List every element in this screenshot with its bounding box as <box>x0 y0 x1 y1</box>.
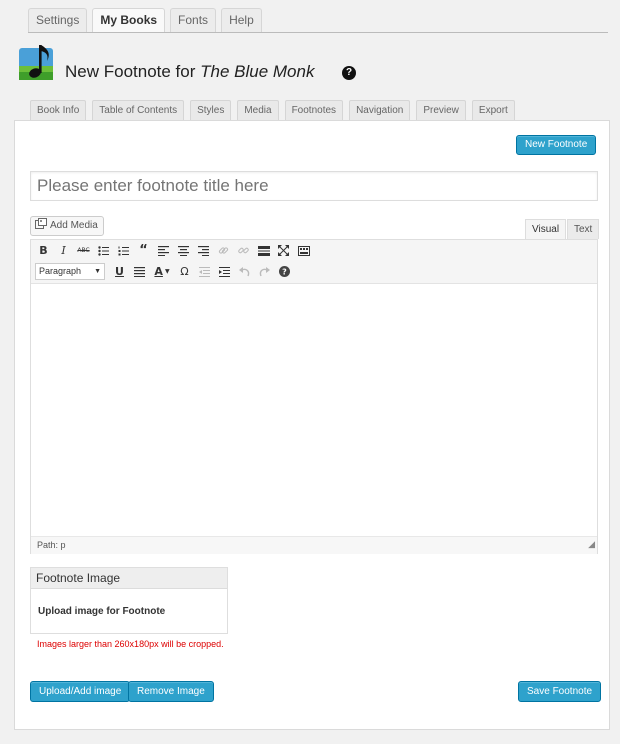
page-title: New Footnote for The Blue Monk <box>65 62 314 82</box>
tab-help[interactable]: Help <box>221 8 262 32</box>
align-left-icon[interactable] <box>155 242 172 259</box>
editor-statusbar: Path: p ◢ <box>31 536 597 554</box>
text-color-icon[interactable]: A ▼ <box>151 263 173 280</box>
book-sub-tabs: Book Info Table of Contents Styles Media… <box>30 100 515 120</box>
footnote-image-box-title: Footnote Image <box>31 568 227 589</box>
editor-content-area[interactable] <box>31 284 597 536</box>
help-icon[interactable]: ? <box>342 66 356 80</box>
tab-navigation[interactable]: Navigation <box>349 100 411 120</box>
underline-icon[interactable]: U <box>111 263 128 280</box>
footnote-image-box: Footnote Image Upload image for Footnote <box>30 567 228 634</box>
bullet-list-icon[interactable] <box>95 242 112 259</box>
strikethrough-icon[interactable]: ABC <box>75 242 92 259</box>
svg-text:?: ? <box>282 268 287 277</box>
save-footnote-button[interactable]: Save Footnote <box>518 681 602 702</box>
special-character-icon[interactable]: Ω <box>176 263 193 280</box>
toolbar-row-1: B I ABC “ <box>35 242 312 259</box>
media-icon <box>35 218 47 229</box>
fullscreen-icon[interactable] <box>275 242 292 259</box>
editor-toolbar: B I ABC “ Paragraph ▼ U A ▼ Ω ? <box>31 240 597 284</box>
blockquote-icon[interactable]: “ <box>135 242 152 259</box>
upload-image-button[interactable]: Upload/Add image <box>30 681 131 702</box>
italic-icon[interactable]: I <box>55 242 72 259</box>
tab-book-info[interactable]: Book Info <box>30 100 87 120</box>
footnote-editor: B I ABC “ Paragraph ▼ U A ▼ Ω ? Path: p … <box>30 239 598 554</box>
divider <box>28 32 608 33</box>
top-tabs: Settings My Books Fonts Help <box>28 8 262 32</box>
align-center-icon[interactable] <box>175 242 192 259</box>
toolbar-row-2: Paragraph ▼ U A ▼ Ω ? <box>35 263 293 280</box>
music-note-logo-icon <box>19 45 53 80</box>
format-select-value: Paragraph <box>39 266 82 276</box>
unlink-icon[interactable] <box>235 242 252 259</box>
new-footnote-button[interactable]: New Footnote <box>516 135 597 155</box>
format-select[interactable]: Paragraph ▼ <box>35 263 105 280</box>
tab-media[interactable]: Media <box>237 100 279 120</box>
tab-table-of-contents[interactable]: Table of Contents <box>92 100 185 120</box>
indent-icon[interactable] <box>216 263 233 280</box>
tab-preview[interactable]: Preview <box>416 100 466 120</box>
redo-icon[interactable] <box>256 263 273 280</box>
align-right-icon[interactable] <box>195 242 212 259</box>
page-title-prefix: New Footnote for <box>65 62 201 81</box>
outdent-icon[interactable] <box>196 263 213 280</box>
tab-settings[interactable]: Settings <box>28 8 88 32</box>
editor-help-icon[interactable]: ? <box>276 263 293 280</box>
add-media-label: Add Media <box>50 220 98 231</box>
tab-visual[interactable]: Visual <box>525 219 567 239</box>
tab-export[interactable]: Export <box>471 100 515 120</box>
read-more-icon[interactable] <box>255 242 272 259</box>
numbered-list-icon[interactable] <box>115 242 132 259</box>
tab-my-books[interactable]: My Books <box>92 8 166 32</box>
editor-path: Path: p <box>37 540 66 550</box>
link-icon[interactable] <box>215 242 232 259</box>
undo-icon[interactable] <box>236 263 253 280</box>
book-title: The Blue Monk <box>200 62 315 81</box>
remove-image-button[interactable]: Remove Image <box>128 681 214 702</box>
footnote-title-input[interactable] <box>30 171 598 201</box>
resize-handle-icon[interactable]: ◢ <box>588 536 595 553</box>
tab-text[interactable]: Text <box>567 219 600 239</box>
justify-icon[interactable] <box>131 263 148 280</box>
tab-fonts[interactable]: Fonts <box>170 8 217 32</box>
chevron-down-icon: ▼ <box>94 268 101 275</box>
footnote-image-box-text: Upload image for Footnote <box>38 606 166 617</box>
toolbar-toggle-icon[interactable] <box>295 242 312 259</box>
tab-footnotes[interactable]: Footnotes <box>284 100 344 120</box>
tab-styles[interactable]: Styles <box>190 100 232 120</box>
footnote-panel: New Footnote Add Media Visual Text B I A… <box>14 120 610 730</box>
add-media-button[interactable]: Add Media <box>30 216 104 236</box>
bold-icon[interactable]: B <box>35 242 52 259</box>
image-size-warning: Images larger than 260x180px will be cro… <box>37 639 224 649</box>
